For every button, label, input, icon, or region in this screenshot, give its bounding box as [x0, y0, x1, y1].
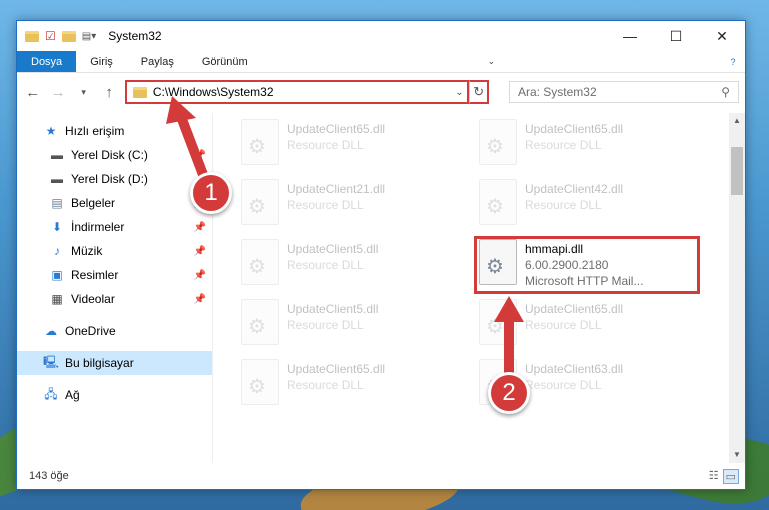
arrow-2-head: [494, 296, 524, 322]
callout-1: 1: [190, 172, 232, 214]
callout-2: 2: [488, 372, 530, 414]
arrow-1-head: [166, 96, 196, 124]
arrow-1-shaft: [175, 109, 210, 185]
annotation-arrows: [166, 96, 524, 377]
